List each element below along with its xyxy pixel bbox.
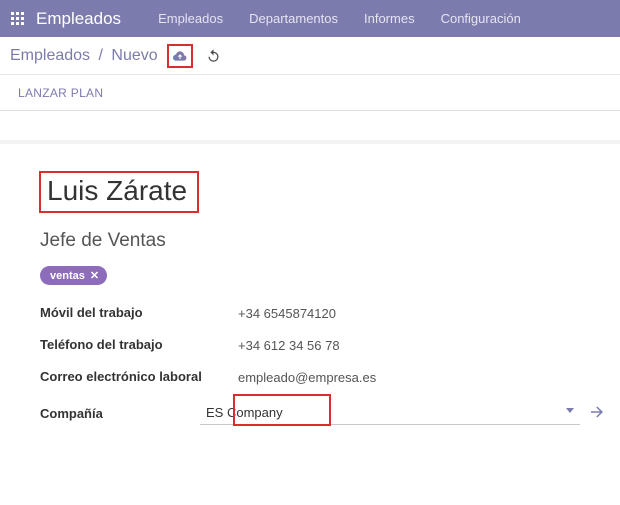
- form-sheet: Luis Zárate Jefe de Ventas ventas ✕ Móvi…: [0, 143, 620, 425]
- work-email-value[interactable]: empleado@empresa.es: [238, 369, 376, 385]
- breadcrumb: Empleados / Nuevo: [10, 47, 158, 65]
- field-work-mobile: Móvil del trabajo +34 6545874120: [40, 297, 620, 329]
- discard-button[interactable]: [202, 45, 226, 67]
- module-title[interactable]: Empleados: [36, 9, 121, 29]
- menu-informes[interactable]: Informes: [351, 11, 428, 26]
- company-input[interactable]: [200, 401, 580, 425]
- breadcrumb-separator: /: [99, 47, 103, 64]
- job-title-input[interactable]: Jefe de Ventas: [40, 230, 620, 252]
- work-mobile-value[interactable]: +34 6545874120: [238, 305, 336, 321]
- external-link-button[interactable]: [588, 403, 606, 424]
- work-mobile-label: Móvil del trabajo: [40, 305, 238, 320]
- breadcrumb-root[interactable]: Empleados: [10, 47, 90, 64]
- menu-configuracion[interactable]: Configuración: [428, 11, 534, 26]
- employee-name-wrap: Luis Zárate: [40, 172, 620, 212]
- apps-icon[interactable]: [10, 11, 26, 27]
- company-label: Compañía: [40, 406, 200, 421]
- arrow-right-icon: [588, 403, 606, 421]
- work-phone-value[interactable]: +34 612 34 56 78: [238, 337, 340, 353]
- tag-ventas: ventas ✕: [40, 266, 107, 285]
- cloud-upload-icon: [172, 49, 188, 63]
- breadcrumb-bar: Empleados / Nuevo: [0, 37, 620, 75]
- launch-plan-button[interactable]: LANZAR PLAN: [18, 86, 103, 100]
- field-company: Compañía: [40, 401, 620, 425]
- menu-empleados[interactable]: Empleados: [145, 11, 236, 26]
- top-menu: Empleados Departamentos Informes Configu…: [145, 11, 534, 26]
- company-input-wrapper: [200, 401, 580, 425]
- tags-field[interactable]: ventas ✕: [40, 266, 620, 285]
- chevron-down-icon[interactable]: [566, 408, 574, 413]
- undo-icon: [206, 48, 221, 63]
- statusbar: LANZAR PLAN: [0, 75, 620, 111]
- save-button[interactable]: [168, 45, 192, 67]
- field-work-email: Correo electrónico laboral empleado@empr…: [40, 361, 620, 393]
- top-nav: Empleados Empleados Departamentos Inform…: [0, 0, 620, 37]
- breadcrumb-current: Nuevo: [111, 47, 157, 64]
- menu-departamentos[interactable]: Departamentos: [236, 11, 351, 26]
- field-work-phone: Teléfono del trabajo +34 612 34 56 78: [40, 329, 620, 361]
- employee-name-input[interactable]: Luis Zárate: [40, 172, 198, 212]
- work-phone-label: Teléfono del trabajo: [40, 337, 238, 352]
- fields-group: Móvil del trabajo +34 6545874120 Teléfon…: [40, 297, 620, 425]
- tag-label: ventas: [50, 270, 85, 282]
- work-email-label: Correo electrónico laboral: [40, 369, 238, 384]
- tag-remove-icon[interactable]: ✕: [90, 269, 99, 282]
